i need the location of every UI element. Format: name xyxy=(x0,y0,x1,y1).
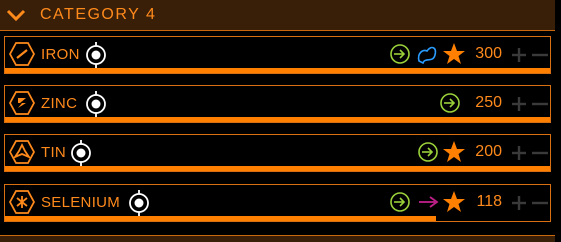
material-row-selenium[interactable]: SELENIUM 118 xyxy=(4,184,551,222)
progress-bar xyxy=(5,68,550,73)
info-dot-icon[interactable] xyxy=(85,91,107,117)
material-count: 300 xyxy=(475,45,502,62)
info-dot-icon[interactable] xyxy=(128,190,150,216)
target-icon[interactable] xyxy=(389,191,411,213)
info-dot-icon[interactable] xyxy=(70,140,92,166)
material-name: TIN xyxy=(41,144,67,161)
progress-bar xyxy=(5,216,436,221)
ship-icon[interactable] xyxy=(415,43,439,65)
material-count: 200 xyxy=(475,143,502,160)
progress-bar xyxy=(5,166,550,171)
material-row-iron[interactable]: IRON 300 xyxy=(4,36,551,74)
increment-decrement-icon[interactable] xyxy=(510,96,550,112)
increment-decrement-icon[interactable] xyxy=(510,47,550,63)
target-icon[interactable] xyxy=(389,43,411,65)
selenium-icon xyxy=(9,190,35,214)
material-name: SELENIUM xyxy=(41,194,121,211)
material-name: IRON xyxy=(41,46,80,63)
info-dot-icon[interactable] xyxy=(85,42,107,68)
increment-decrement-icon[interactable] xyxy=(510,195,550,211)
material-count: 250 xyxy=(475,94,502,111)
target-icon[interactable] xyxy=(439,92,461,114)
material-name: ZINC xyxy=(41,95,78,112)
material-count: 118 xyxy=(476,193,502,210)
tin-icon xyxy=(9,140,35,164)
category-title: CATEGORY 4 xyxy=(40,6,157,23)
trade-arrow-icon[interactable] xyxy=(417,191,441,213)
progress-bar xyxy=(5,117,550,122)
iron-icon xyxy=(9,42,35,66)
zinc-icon xyxy=(9,91,35,115)
target-icon[interactable] xyxy=(417,141,439,163)
material-row-tin[interactable]: TIN 200 xyxy=(4,134,551,172)
chevron-down-icon[interactable] xyxy=(6,9,26,21)
increment-decrement-icon[interactable] xyxy=(510,145,550,161)
material-row-zinc[interactable]: ZINC 250 xyxy=(4,85,551,123)
category-header[interactable]: CATEGORY 4 xyxy=(0,0,555,31)
